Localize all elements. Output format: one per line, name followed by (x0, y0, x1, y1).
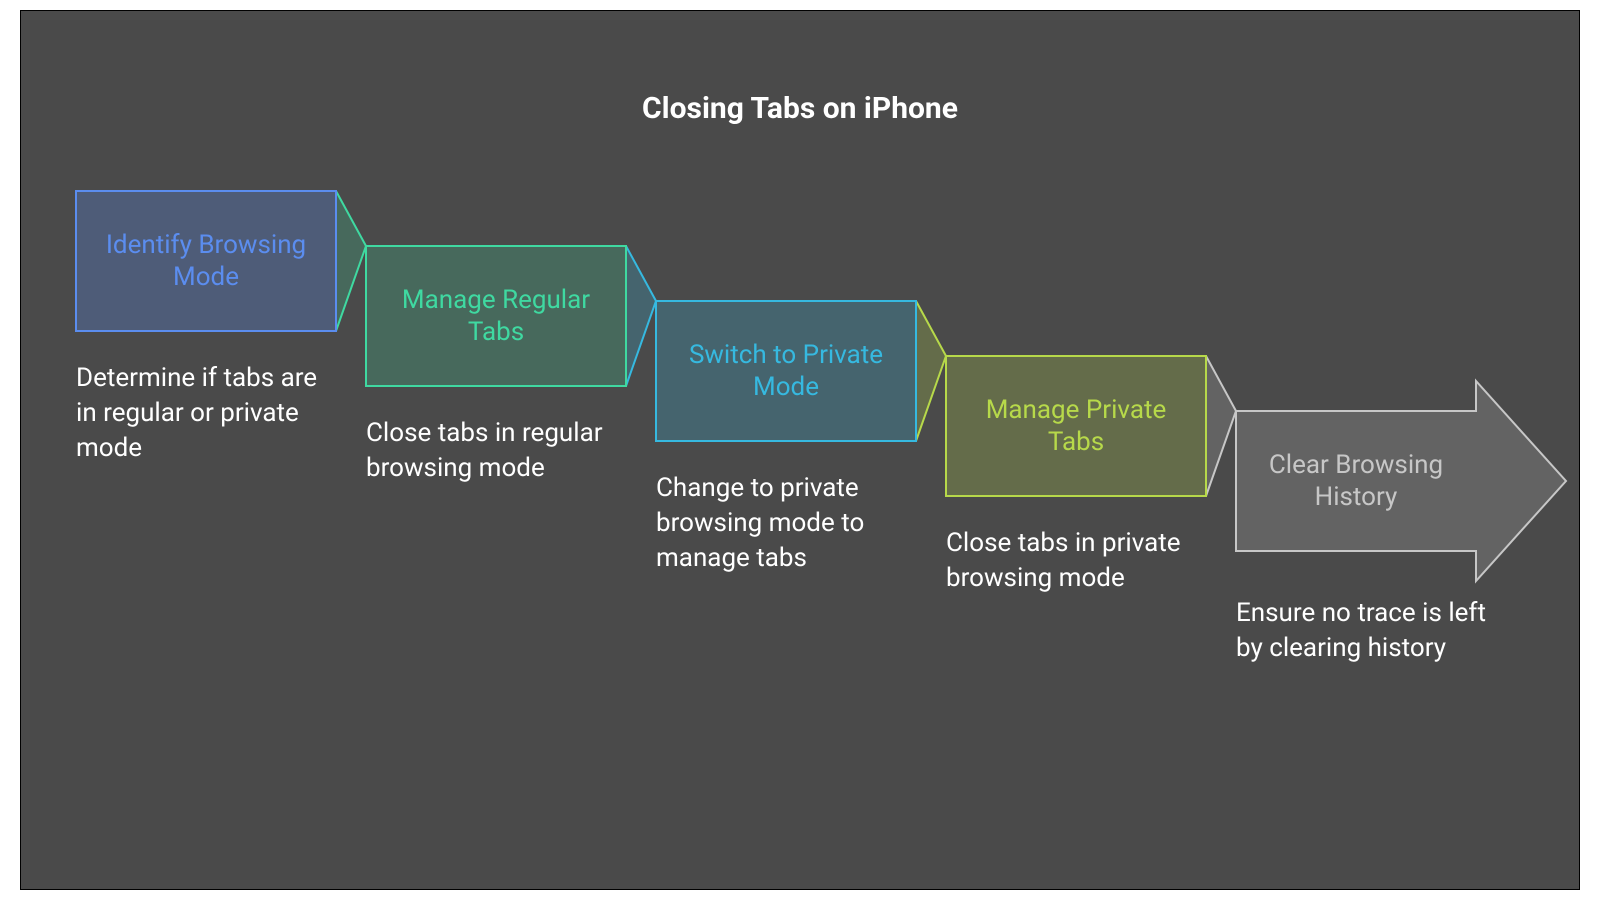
step-2-title: Manage Regular Tabs (366, 246, 626, 386)
step-1-desc: Determine if tabs are in regular or priv… (76, 361, 336, 466)
fold-connector-2 (626, 246, 656, 386)
step-5-title: Clear Browsing History (1236, 411, 1476, 551)
fold-connector-3 (916, 301, 946, 441)
fold-connector-4 (1206, 356, 1236, 496)
step-2-desc: Close tabs in regular browsing mode (366, 416, 626, 486)
step-4-desc: Close tabs in private browsing mode (946, 526, 1206, 596)
diagram-canvas: Closing Tabs on iPhone Identify Browsing… (20, 10, 1580, 890)
step-3-desc: Change to private browsing mode to manag… (656, 471, 916, 576)
fold-connector-1 (336, 191, 366, 331)
step-5-desc: Ensure no trace is left by clearing hist… (1236, 596, 1496, 666)
step-1-title: Identify Browsing Mode (76, 191, 336, 331)
step-4-title: Manage Private Tabs (946, 356, 1206, 496)
step-3-title: Switch to Private Mode (656, 301, 916, 441)
